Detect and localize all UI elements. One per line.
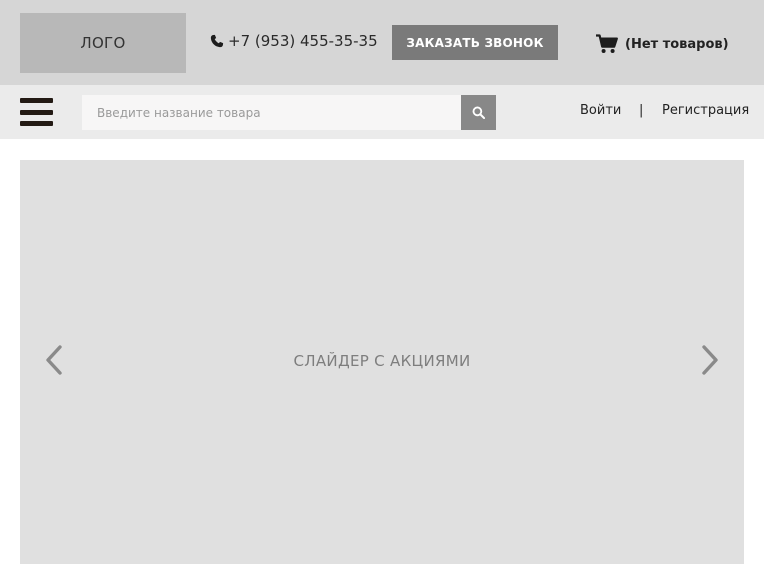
promo-slider[interactable]: СЛАЙДЕР С АКЦИЯМИ: [20, 160, 744, 564]
slider-next-button[interactable]: [698, 342, 722, 378]
logo-text: ЛОГО: [80, 34, 126, 52]
auth-separator: |: [639, 103, 644, 118]
slider-caption: СЛАЙДЕР С АКЦИЯМИ: [293, 352, 471, 370]
hamburger-icon[interactable]: [20, 98, 53, 126]
search-button[interactable]: [461, 95, 496, 130]
cart[interactable]: (Нет товаров): [596, 32, 729, 56]
callback-button[interactable]: ЗАКАЗАТЬ ЗВОНОК: [392, 25, 558, 60]
logo[interactable]: ЛОГО: [20, 13, 186, 73]
hamburger-line: [20, 98, 53, 103]
search-input[interactable]: [82, 95, 461, 130]
search-icon: [472, 106, 485, 119]
top-header: ЛОГО +7 (953) 455-35-35 ЗАКАЗАТЬ ЗВОНОК …: [0, 0, 764, 85]
cart-icon: [596, 34, 618, 53]
register-link[interactable]: Регистрация: [662, 103, 749, 118]
hamburger-line: [20, 121, 53, 126]
hamburger-line: [20, 109, 53, 115]
login-link[interactable]: Войти: [580, 103, 621, 118]
nav-bar: Войти | Регистрация: [0, 85, 764, 139]
chevron-right-icon: [702, 345, 718, 375]
phone-number: +7 (953) 455-35-35: [228, 32, 378, 50]
phone-contact[interactable]: +7 (953) 455-35-35: [210, 31, 378, 51]
cart-label: (Нет товаров): [625, 36, 729, 52]
phone-icon: [210, 34, 224, 48]
